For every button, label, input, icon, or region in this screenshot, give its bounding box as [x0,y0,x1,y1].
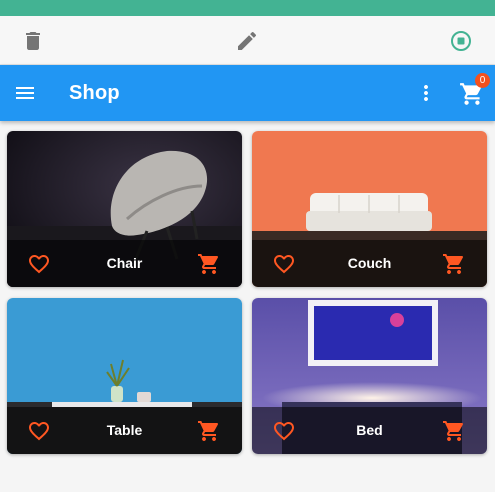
product-grid: Chair Couch Table Bed [7,131,488,454]
edit-icon[interactable] [235,29,259,53]
more-vert-icon[interactable] [414,81,438,105]
add-shopping-cart-icon[interactable] [197,252,221,276]
delete-icon[interactable] [21,29,45,53]
menu-icon[interactable] [13,81,37,105]
card-footer: Couch [252,240,487,287]
add-shopping-cart-icon[interactable] [442,419,466,443]
card-footer: Table [7,407,242,454]
status-bar [0,0,495,16]
add-shopping-cart-icon[interactable] [442,252,466,276]
card-footer: Chair [7,240,242,287]
add-shopping-cart-icon[interactable] [197,419,221,443]
card-footer: Bed [252,407,487,454]
stop-circle-icon[interactable] [449,29,473,53]
product-card-couch[interactable]: Couch [252,131,487,287]
app-bar: Shop 0 [0,65,495,121]
product-card-table[interactable]: Table [7,298,242,454]
cart-count-badge: 0 [475,73,490,88]
product-card-chair[interactable]: Chair [7,131,242,287]
page-title: Shop [69,82,120,104]
product-card-bed[interactable]: Bed [252,298,487,454]
debug-toolbar [0,16,495,65]
